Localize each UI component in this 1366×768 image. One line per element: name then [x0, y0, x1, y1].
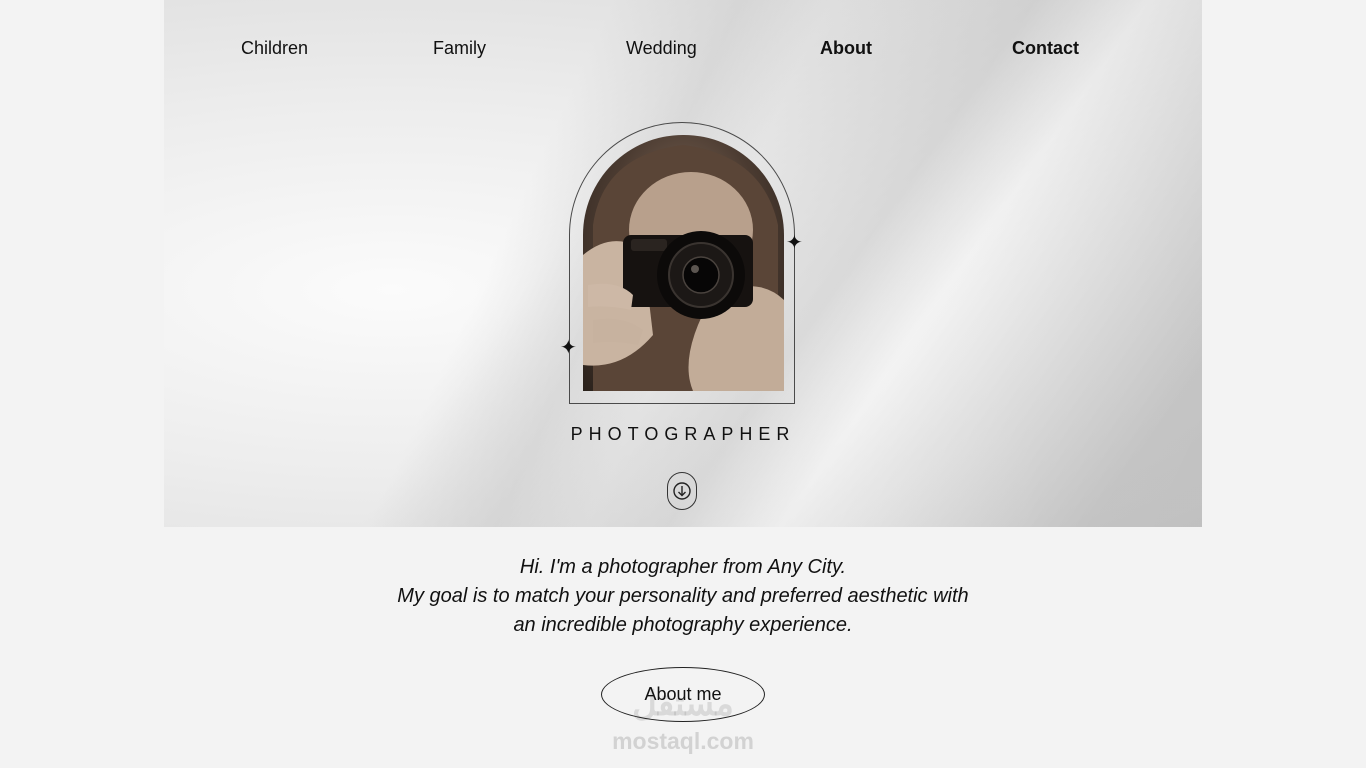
intro-line: Hi. I'm a photographer from Any City.	[519, 556, 847, 578]
nav-link-contact[interactable]: Contact	[1012, 38, 1079, 59]
sparkle-icon: ✦	[786, 232, 803, 254]
nav-link-wedding[interactable]: Wedding	[626, 38, 697, 59]
main-nav: Children Family Wedding About Contact	[164, 38, 1202, 64]
intro-line: an incredible photography experience.	[513, 614, 853, 636]
photographer-photo	[583, 135, 784, 391]
nav-link-children[interactable]: Children	[241, 38, 308, 59]
watermark-text: mostaql.com	[612, 728, 754, 754]
intro-line: My goal is to match your personality and…	[397, 585, 969, 607]
hero-section: Children Family Wedding About Contact ✦ …	[164, 0, 1202, 527]
photographer-image-illustration	[583, 145, 784, 391]
sparkle-icon: ✦	[560, 337, 577, 359]
arrow-down-icon	[673, 482, 691, 500]
nav-link-family[interactable]: Family	[433, 38, 486, 59]
intro-text: Hi. I'm a photographer from Any City. My…	[0, 553, 1366, 640]
about-me-button[interactable]: About me	[601, 667, 765, 722]
hero-title: PHOTOGRAPHER	[570, 424, 796, 444]
scroll-down-button[interactable]	[667, 472, 697, 510]
nav-link-about[interactable]: About	[820, 38, 872, 59]
